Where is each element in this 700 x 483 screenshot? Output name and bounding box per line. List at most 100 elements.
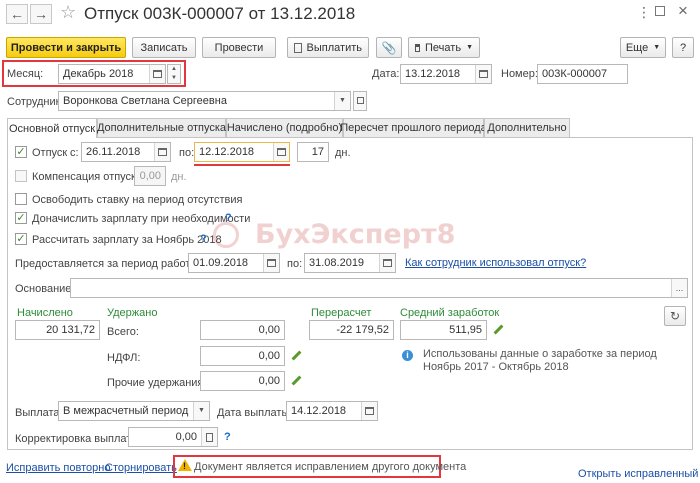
compensation-days-field[interactable]: 0,00 [134, 166, 166, 186]
chevron-down-icon[interactable]: ▼ [334, 92, 350, 110]
help-question-icon[interactable]: ? [200, 233, 207, 245]
other-withholdings-label: Прочие удержания: [107, 377, 207, 389]
accrue-salary-checkbox[interactable]: ✓ [15, 212, 27, 224]
leave-from-field[interactable]: 26.11.2018 [81, 142, 171, 162]
leave-label: Отпуск [32, 147, 68, 159]
window-menu-icon[interactable]: ⋮ [637, 4, 651, 21]
period-to-field[interactable]: 31.08.2019 [304, 253, 396, 273]
window-title: Отпуск 003К-000007 от 13.12.2018 [84, 4, 356, 23]
leave-to-value: 12.12.2018 [199, 146, 255, 158]
calendar-icon[interactable] [273, 143, 289, 161]
watermark-text: БухЭксперт8 [255, 219, 456, 250]
calc-salary-label: Рассчитать зарплату за Ноябрь 2018 [32, 234, 222, 246]
post-and-close-button[interactable]: Провести и закрыть [6, 37, 126, 58]
basis-field[interactable]: ... [70, 278, 688, 298]
date-value: 13.12.2018 [405, 68, 461, 80]
chevron-down-icon: ▼ [466, 44, 473, 51]
month-highlight [2, 60, 186, 87]
printer-icon [415, 43, 421, 52]
ellipsis-icon[interactable]: ... [671, 279, 687, 297]
refresh-button[interactable]: ↻ [664, 306, 686, 326]
payment-value: В межрасчетный период [63, 405, 189, 417]
calendar-icon[interactable] [475, 65, 491, 83]
forward-button[interactable]: → [30, 4, 52, 24]
open-fixed-link[interactable]: Открыть исправленный [578, 467, 698, 481]
open-window-icon [357, 97, 364, 104]
calc-salary-checkbox[interactable]: ✓ [15, 233, 27, 245]
calendar-icon[interactable] [379, 254, 395, 272]
arrow-left-icon: ← [10, 6, 24, 22]
help-button[interactable]: ? [672, 37, 694, 58]
pencil-icon[interactable] [291, 350, 302, 361]
tab-accrued-detail[interactable]: Начислено (подробно) [226, 118, 343, 137]
recalc-label: Перерасчет [311, 307, 372, 319]
leave-to-field[interactable]: 12.12.2018 [194, 142, 290, 162]
favorite-star-icon[interactable]: ☆ [60, 2, 76, 23]
correction-label: Корректировка выплаты: [15, 433, 143, 445]
leave-to-label: по: [179, 147, 195, 159]
how-used-link[interactable]: Как сотрудник использовал отпуск? [405, 256, 586, 270]
open-employee-button[interactable] [353, 91, 367, 111]
correction-field[interactable]: 0,00 [128, 427, 218, 447]
ndfl-field[interactable]: 0,00 [200, 346, 285, 366]
save-button[interactable]: Записать [132, 37, 196, 58]
period-label: Предоставляется за период работы с: [15, 258, 210, 270]
leave-to-underline [194, 164, 290, 166]
help-question-icon[interactable]: ? [224, 431, 231, 443]
attach-button[interactable]: 📎 [376, 37, 402, 58]
calculator-icon[interactable] [201, 428, 217, 446]
release-rate-checkbox[interactable] [15, 193, 27, 205]
document-icon [294, 42, 302, 53]
calendar-icon[interactable] [154, 143, 170, 161]
close-icon[interactable]: × [678, 1, 688, 21]
reverse-link[interactable]: Сторнировать [105, 461, 177, 475]
maximize-icon[interactable] [655, 6, 665, 16]
calendar-icon[interactable] [263, 254, 279, 272]
post-button[interactable]: Провести [202, 37, 276, 58]
chevron-down-icon: ▼ [653, 44, 661, 51]
tab-active-cover [8, 136, 96, 138]
pay-date-field[interactable]: 14.12.2018 [286, 401, 378, 421]
warning-icon-mark: ! [183, 461, 186, 471]
pencil-icon[interactable] [291, 375, 302, 386]
payment-select[interactable]: В межрасчетный период ▼ [58, 401, 210, 421]
pay-date-label: Дата выплаты: [217, 407, 293, 419]
average-earnings-label: Средний заработок [400, 307, 500, 319]
total-field[interactable]: 0,00 [200, 320, 285, 340]
tab-main-leave[interactable]: Основной отпуск [7, 118, 97, 138]
chevron-down-icon[interactable]: ▼ [193, 402, 209, 420]
leave-days-field[interactable]: 17 [297, 142, 329, 162]
average-earnings-field[interactable]: 511,95 [400, 320, 487, 340]
calendar-icon[interactable] [361, 402, 377, 420]
paperclip-icon: 📎 [381, 40, 397, 55]
basis-label: Основание: [15, 283, 75, 295]
tab-additional[interactable]: Дополнительно [484, 118, 570, 137]
period-to-label: по: [287, 258, 303, 270]
info-text-line2: Ноябрь 2017 - Октябрь 2018 [423, 361, 569, 373]
warning-text: Документ является исправлением другого д… [194, 461, 467, 473]
employee-label: Сотрудник: [7, 96, 64, 108]
arrow-right-icon: → [34, 6, 48, 22]
pay-button[interactable]: Выплатить [287, 37, 369, 58]
compensation-checkbox[interactable] [15, 170, 27, 182]
more-button[interactable]: Еще ▼ [620, 37, 666, 58]
period-from-field[interactable]: 01.09.2018 [188, 253, 280, 273]
leave-checkbox[interactable]: ✓ [15, 146, 27, 158]
number-field[interactable]: 003К-000007 [537, 64, 628, 84]
pay-button-label: Выплатить [306, 41, 362, 54]
recalc-field[interactable]: -22 179,52 [309, 320, 394, 340]
tab-recalc-prior[interactable]: Пересчет прошлого периода [340, 118, 487, 137]
info-text-line1: Использованы данные о заработке за перио… [423, 348, 657, 360]
tab-additional-leaves[interactable]: Дополнительные отпуска [97, 118, 226, 137]
fix-again-link[interactable]: Исправить повторно [6, 461, 110, 475]
back-button[interactable]: ← [6, 4, 28, 24]
employee-field[interactable]: Воронкова Светлана Сергеевна ▼ [58, 91, 351, 111]
pencil-icon[interactable] [493, 324, 504, 335]
withheld-label: Удержано [107, 307, 158, 319]
print-button[interactable]: Печать ▼ [408, 37, 480, 58]
date-field[interactable]: 13.12.2018 [400, 64, 492, 84]
info-icon: i [402, 350, 413, 361]
accrued-field[interactable]: 20 131,72 [15, 320, 100, 340]
other-withholdings-field[interactable]: 0,00 [200, 371, 285, 391]
compensation-label: Компенсация отпуска [32, 171, 143, 183]
